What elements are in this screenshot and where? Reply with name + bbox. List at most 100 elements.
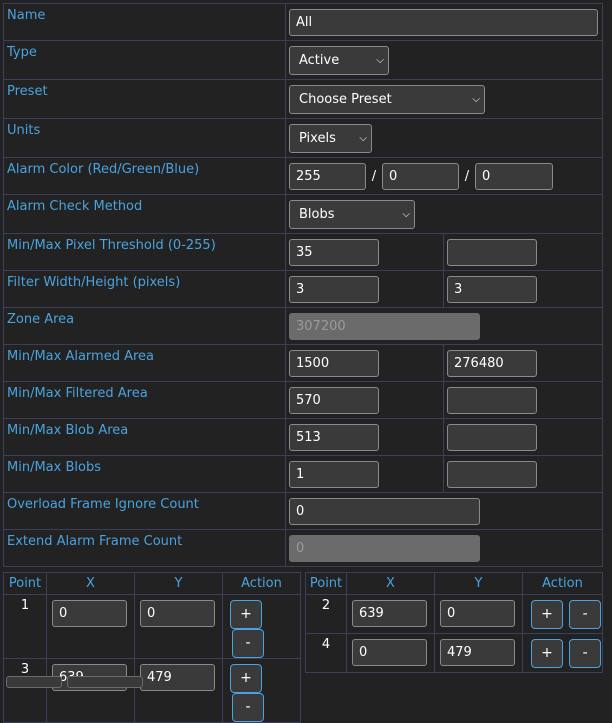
point-action-cell: + - <box>522 633 603 673</box>
extend-alarm-cell: 0 <box>285 529 603 567</box>
points-table-left: Point X Y Action 1 0 0 + - 3 639 479 + - <box>3 572 301 723</box>
chevron-down-icon: ⌵ <box>376 55 384 66</box>
extend-alarm-label: Extend Alarm Frame Count <box>3 529 286 567</box>
point-x-cell: 0 <box>46 594 135 659</box>
point-x-cell: 0 <box>346 633 435 673</box>
add-point-button[interactable]: + <box>531 639 563 668</box>
filter-width-cell: 3 <box>285 270 444 308</box>
point-index: 2 <box>305 594 347 634</box>
form-button[interactable] <box>6 676 62 688</box>
point-x-input[interactable]: 0 <box>352 639 427 666</box>
alarmed-area-min-input[interactable]: 1500 <box>289 350 379 377</box>
pixel-threshold-min-input[interactable]: 35 <box>289 239 379 266</box>
form-button[interactable] <box>67 676 143 688</box>
table-row: 2 639 0 + - <box>305 594 603 634</box>
preset-select-value: Choose Preset <box>299 92 392 107</box>
pixel-threshold-min-cell: 35 <box>285 233 444 271</box>
blob-area-min-input[interactable]: 513 <box>289 424 379 451</box>
blobs-max-input[interactable] <box>447 461 537 488</box>
blobs-label: Min/Max Blobs <box>3 455 286 493</box>
alarm-check-method-label: Alarm Check Method <box>3 194 286 234</box>
filtered-area-label: Min/Max Filtered Area <box>3 381 286 419</box>
remove-point-button[interactable]: - <box>569 600 602 629</box>
y-header: Y <box>434 572 523 595</box>
pixel-threshold-max-input[interactable] <box>447 239 537 266</box>
overload-ignore-input[interactable]: 0 <box>289 498 480 525</box>
alarm-check-method-cell: Blobs ⌵ <box>285 194 603 234</box>
table-row: 1 0 0 + - <box>3 594 301 659</box>
point-header: Point <box>3 572 47 595</box>
units-select[interactable]: Pixels ⌵ <box>289 124 372 153</box>
remove-point-button[interactable]: - <box>232 693 264 722</box>
units-label: Units <box>3 118 286 158</box>
point-action-cell: + - <box>222 594 301 659</box>
x-header: X <box>346 572 435 595</box>
remove-point-button[interactable]: - <box>232 629 264 658</box>
color-separator: / <box>371 169 377 184</box>
alarmed-area-min-cell: 1500 <box>285 344 444 382</box>
filter-height-input[interactable]: 3 <box>447 276 537 303</box>
blob-area-label: Min/Max Blob Area <box>3 418 286 456</box>
zone-area-label: Zone Area <box>3 307 286 345</box>
alarm-check-method-select[interactable]: Blobs ⌵ <box>289 200 415 229</box>
pixel-threshold-label: Min/Max Pixel Threshold (0-255) <box>3 233 286 271</box>
type-label: Type <box>3 40 286 80</box>
zone-area-cell: 307200 <box>285 307 603 345</box>
filter-height-cell: 3 <box>443 270 603 308</box>
alarm-color-label: Alarm Color (Red/Green/Blue) <box>3 157 286 195</box>
action-header: Action <box>222 572 301 595</box>
chevron-down-icon: ⌵ <box>402 209 410 220</box>
point-y-input[interactable]: 0 <box>440 600 515 627</box>
preset-cell: Choose Preset ⌵ <box>285 79 603 119</box>
x-header: X <box>46 572 135 595</box>
preset-select[interactable]: Choose Preset ⌵ <box>289 85 485 114</box>
name-cell: All <box>285 3 603 41</box>
preset-label: Preset <box>3 79 286 119</box>
point-y-cell: 479 <box>134 658 223 723</box>
add-point-button[interactable]: + <box>531 600 563 629</box>
zone-area-input: 307200 <box>289 313 480 340</box>
filtered-area-min-input[interactable]: 570 <box>289 387 379 414</box>
alarm-color-blue-input[interactable]: 0 <box>475 163 553 190</box>
blob-area-max-input[interactable] <box>447 424 537 451</box>
alarm-check-method-value: Blobs <box>299 207 335 222</box>
points-table-right: Point X Y Action 2 639 0 + - 4 0 479 + - <box>305 572 603 673</box>
type-select[interactable]: Active ⌵ <box>289 46 389 75</box>
point-x-input[interactable]: 639 <box>352 600 427 627</box>
extend-alarm-input: 0 <box>289 535 480 562</box>
blobs-max-cell <box>443 455 603 493</box>
point-y-input[interactable]: 0 <box>140 600 215 627</box>
type-select-value: Active <box>299 53 340 68</box>
point-x-cell: 639 <box>346 594 435 634</box>
blob-area-max-cell <box>443 418 603 456</box>
add-point-button[interactable]: + <box>230 600 262 629</box>
point-y-input[interactable]: 479 <box>140 664 215 691</box>
filter-width-input[interactable]: 3 <box>289 276 379 303</box>
remove-point-button[interactable]: - <box>569 639 602 668</box>
point-index: 3 <box>3 658 47 723</box>
zone-settings-table: Name All Type Active ⌵ Preset Choose Pre… <box>3 3 603 567</box>
point-index: 1 <box>3 594 47 659</box>
y-header: Y <box>134 572 223 595</box>
alarm-color-cell: 255 / 0 / 0 <box>285 157 603 195</box>
units-cell: Pixels ⌵ <box>285 118 603 158</box>
overload-ignore-cell: 0 <box>285 492 603 530</box>
chevron-down-icon: ⌵ <box>472 94 480 105</box>
table-row: 3 639 479 + - <box>3 658 301 723</box>
point-x-cell: 639 <box>46 658 135 723</box>
point-y-cell: 0 <box>134 594 223 659</box>
alarm-color-green-input[interactable]: 0 <box>382 163 459 190</box>
point-y-input[interactable]: 479 <box>440 639 515 666</box>
action-header: Action <box>522 572 603 595</box>
alarmed-area-max-cell: 276480 <box>443 344 603 382</box>
alarm-color-red-input[interactable]: 255 <box>289 163 366 190</box>
table-row: 4 0 479 + - <box>305 633 603 673</box>
filtered-area-max-input[interactable] <box>447 387 537 414</box>
name-input[interactable]: All <box>289 9 598 36</box>
color-separator: / <box>464 169 470 184</box>
chevron-down-icon: ⌵ <box>359 133 367 144</box>
alarmed-area-max-input[interactable]: 276480 <box>447 350 537 377</box>
filtered-area-min-cell: 570 <box>285 381 444 419</box>
blobs-min-input[interactable]: 1 <box>289 461 379 488</box>
point-x-input[interactable]: 0 <box>52 600 127 627</box>
